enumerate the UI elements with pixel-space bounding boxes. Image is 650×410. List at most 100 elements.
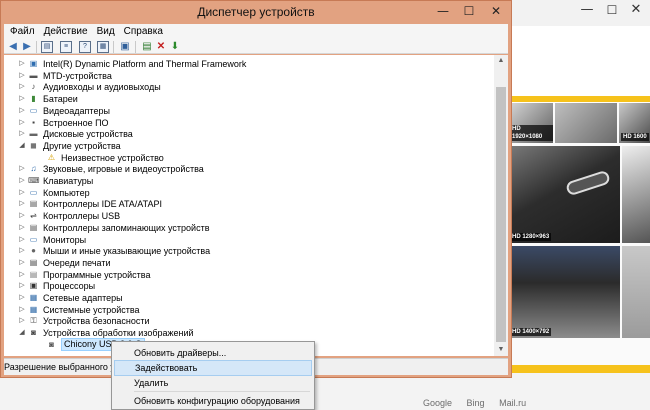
- toolbar-divider: [113, 41, 114, 53]
- ide-controller-icon: ▤: [29, 199, 38, 209]
- resolution-badge: HD 1920×1080: [510, 125, 553, 141]
- system-icon: ▦: [29, 304, 38, 314]
- enable-device-menu-item[interactable]: Задействовать: [114, 360, 312, 376]
- collapsed-arrow-icon[interactable]: ▷: [18, 198, 26, 210]
- tree-item-label: Устройства безопасности: [43, 316, 150, 327]
- back-arrow-icon[interactable]: ◀: [7, 41, 19, 53]
- search-link-google[interactable]: Google: [423, 398, 452, 408]
- minimize-button[interactable]: —: [431, 1, 455, 21]
- collapsed-arrow-icon[interactable]: ▷: [18, 222, 26, 234]
- device-manager-window: Диспетчер устройств — ☐ ✕ Файл Действие Ви…: [0, 0, 512, 378]
- security-icon: ⚿: [30, 316, 37, 326]
- collapsed-arrow-icon[interactable]: ▷: [18, 210, 26, 222]
- accent-stripe: [505, 365, 650, 373]
- collapsed-arrow-icon[interactable]: ▷: [18, 245, 26, 257]
- search-engine-links: Google Bing Mail.ru: [423, 398, 650, 408]
- collapsed-arrow-icon[interactable]: ▷: [18, 187, 26, 199]
- software-device-icon: ▤: [29, 269, 38, 279]
- tree-item-label: Intel(R) Dynamic Platform and Thermal Fr…: [43, 59, 247, 69]
- collapsed-arrow-icon[interactable]: ▷: [18, 280, 26, 292]
- collapsed-arrow-icon[interactable]: ▷: [18, 117, 26, 129]
- scroll-down-arrow-icon[interactable]: ▼: [494, 344, 508, 356]
- tree-item-label: Мыши и иные указывающие устройства: [43, 246, 211, 257]
- collapsed-arrow-icon[interactable]: ▷: [18, 93, 26, 105]
- collapsed-arrow-icon[interactable]: ▷: [18, 315, 26, 327]
- collapsed-arrow-icon[interactable]: ▷: [18, 81, 26, 93]
- menu-action[interactable]: Действие: [41, 24, 91, 40]
- speaker-icon: ♪: [31, 82, 36, 92]
- collapsed-arrow-icon[interactable]: ▷: [18, 292, 26, 304]
- unknown-device-icon: ◼: [30, 140, 37, 150]
- tree-item-label: Дисковые устройства: [43, 129, 133, 140]
- expanded-arrow-icon[interactable]: ◢: [18, 327, 26, 339]
- tree-item-label: Неизвестное устройство: [61, 152, 164, 163]
- scrollbar-thumb[interactable]: [496, 87, 506, 342]
- scroll-up-arrow-icon[interactable]: ▲: [494, 55, 508, 67]
- gallery-thumbnail[interactable]: [622, 146, 650, 243]
- uninstall-icon[interactable]: ✕: [155, 41, 167, 53]
- collapsed-arrow-icon[interactable]: ▷: [18, 128, 26, 140]
- gallery-thumbnail[interactable]: [622, 246, 650, 338]
- browser-close-button[interactable]: ✕: [625, 0, 647, 20]
- tree-item-label: Контроллеры IDE ATA/ATAPI: [43, 199, 162, 210]
- search-link-bing[interactable]: Bing: [467, 398, 485, 408]
- title-bar[interactable]: Диспетчер устройств — ☐ ✕: [1, 1, 511, 24]
- usb-icon: ⇌: [30, 211, 37, 221]
- scan-hardware-icon[interactable]: ▣: [119, 41, 131, 53]
- uninstall-menu-item[interactable]: Удалить: [114, 375, 312, 391]
- enable-device-icon[interactable]: ⬇: [169, 41, 181, 53]
- toolbar-divider: [36, 41, 37, 53]
- view-icon[interactable]: ▦: [97, 41, 109, 53]
- gallery-thumbnail[interactable]: HD 1920×1080: [508, 103, 553, 143]
- scan-hardware-menu-item[interactable]: Обновить конфигурацию оборудования: [114, 393, 312, 409]
- device-list-icon[interactable]: ▤: [41, 41, 53, 53]
- tree-item-label: Процессоры: [43, 281, 96, 292]
- resolution-badge: HD 1280×963: [510, 233, 552, 241]
- browser-maximize-button[interactable]: ☐: [602, 0, 622, 20]
- menu-help[interactable]: Справка: [121, 24, 166, 40]
- collapsed-arrow-icon[interactable]: ▷: [18, 269, 26, 281]
- resolution-badge: HD 1600: [621, 133, 649, 141]
- context-menu: Обновить драйверы... Задействовать Удалить…: [111, 341, 315, 410]
- gallery-thumbnail[interactable]: HD 1280×963: [508, 146, 620, 243]
- tree-item-label: Контроллеры USB: [43, 211, 121, 222]
- webcam-disabled-icon: ◙: [49, 339, 54, 349]
- close-button[interactable]: ✕: [482, 1, 510, 21]
- display-adapter-icon: ▭: [29, 105, 38, 115]
- collapsed-arrow-icon[interactable]: ▷: [18, 105, 26, 117]
- maximize-button[interactable]: ☐: [457, 1, 481, 21]
- update-driver-icon[interactable]: ▤: [141, 41, 153, 53]
- toolbar-divider: [135, 41, 136, 53]
- gallery-thumbnail[interactable]: [555, 103, 617, 143]
- tree-item-label: Системные устройства: [43, 304, 140, 315]
- collapsed-arrow-icon[interactable]: ▷: [18, 58, 26, 70]
- disk-icon: ▬: [29, 129, 38, 139]
- accent-stripe: [505, 96, 650, 102]
- properties-icon[interactable]: ≡: [60, 41, 72, 53]
- menu-view[interactable]: Вид: [94, 24, 118, 40]
- tree-item-label: Звуковые, игровые и видеоустройства: [43, 164, 204, 175]
- browser-minimize-button[interactable]: —: [577, 0, 597, 20]
- storage-controller-icon: ▤: [29, 222, 38, 232]
- vertical-scrollbar[interactable]: ▲ ▼: [494, 55, 508, 356]
- menu-file[interactable]: Файл: [7, 24, 38, 40]
- printer-icon: ▤: [29, 257, 38, 267]
- gallery-thumbnail[interactable]: HD 1400×792: [508, 246, 620, 338]
- search-link-mailru[interactable]: Mail.ru: [499, 398, 526, 408]
- collapsed-arrow-icon[interactable]: ▷: [18, 175, 26, 187]
- help-icon[interactable]: ?: [79, 41, 91, 53]
- gallery-thumbnail[interactable]: HD 1600: [619, 103, 650, 143]
- collapsed-arrow-icon[interactable]: ▷: [18, 70, 26, 82]
- forward-arrow-icon[interactable]: ▶: [21, 41, 33, 53]
- collapsed-arrow-icon[interactable]: ▷: [18, 163, 26, 175]
- collapsed-arrow-icon[interactable]: ▷: [18, 257, 26, 269]
- tree-item-label: MTD-устройства: [43, 70, 112, 81]
- update-driver-menu-item[interactable]: Обновить драйверы...: [114, 345, 312, 361]
- mouse-icon: ●: [31, 246, 36, 256]
- context-menu-separator: [134, 391, 310, 392]
- sound-icon: ♫: [30, 164, 37, 174]
- collapsed-arrow-icon[interactable]: ▷: [18, 234, 26, 246]
- expanded-arrow-icon[interactable]: ◢: [18, 140, 26, 152]
- storage-icon: ▬: [29, 70, 38, 80]
- collapsed-arrow-icon[interactable]: ▷: [18, 304, 26, 316]
